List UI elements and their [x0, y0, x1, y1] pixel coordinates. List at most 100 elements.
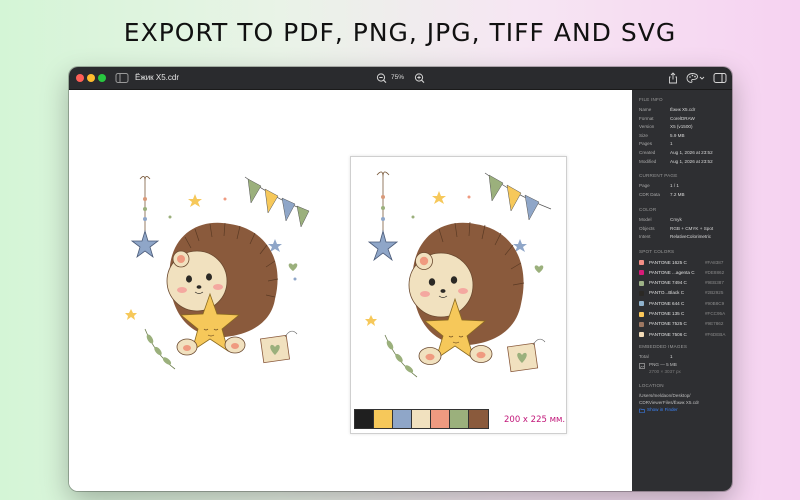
app-window: Ёжик X5.cdr 75% 200 x 225 мм. FILE INFO … [69, 67, 732, 491]
spot-color-name: PANTONE ...agenta C [649, 269, 695, 275]
file-info-key: Modified [639, 158, 657, 164]
color-info-key: Objects [639, 225, 655, 231]
file-info-value: 5.9 MB [670, 132, 685, 138]
spot-color-item: PANTONE 135 C #FCC95A [639, 311, 729, 318]
spot-colors-heading: SPOT COLORS [639, 249, 675, 254]
spot-color-item: PANTONE 7494 C #9EB387 [639, 280, 729, 287]
spot-color-name: PANTONE 644 C [649, 300, 685, 306]
color-palette-strip [354, 409, 489, 429]
page-preview: 200 x 225 мм. [350, 156, 567, 434]
file-info-row: Pages 1 [639, 142, 729, 148]
file-info-key: Format [639, 115, 654, 121]
embedded-images-heading: EMBEDDED IMAGES [639, 344, 688, 349]
color-info-row: Model Cmyk [639, 217, 729, 224]
location-heading: LOCATION [639, 383, 664, 388]
spot-color-hex: #2B2925 [705, 290, 724, 296]
folder-icon [639, 408, 645, 413]
spot-color-item: PANTONE ...agenta C #DE8862 [639, 270, 729, 276]
hedgehog-artwork [125, 176, 310, 370]
file-info-row: Modified Aug 1, 2026 at 23:52 [639, 158, 729, 166]
file-info-key: Created [639, 150, 656, 155]
embedded-total-label: Total [639, 354, 649, 359]
palette-swatch [450, 410, 469, 428]
current-page-key: CDR Data [639, 191, 660, 197]
embedded-image-name: PNG — 5 MB [649, 362, 677, 367]
file-info-row: Name Ёжик X5.cdr [639, 107, 729, 114]
spot-color-name: PANTO...Black C [649, 290, 685, 296]
spot-color-hex: #FCC95A [705, 311, 726, 316]
zoom-level: 75% [391, 74, 405, 81]
sidebar-toggle-icon[interactable] [115, 72, 129, 84]
zoom-in-icon[interactable] [413, 72, 427, 84]
hedgehog-artwork-page [365, 171, 552, 378]
file-info-value: CorelDRAW [670, 115, 695, 121]
file-info-value: Aug 1, 2026 at 23:52 [670, 150, 713, 155]
spot-color-swatch [639, 311, 644, 317]
location-path-line-2: CDRViewerFiles/Ёжик X5.cdr [639, 400, 700, 405]
file-info-key: Name [639, 107, 652, 112]
close-window-button[interactable] [76, 74, 84, 82]
color-info-value: RelativeColorimetric [670, 234, 712, 240]
spot-color-hex: #90B8C9 [705, 300, 725, 306]
embedded-total-row: Total 1 [639, 354, 729, 361]
file-info-heading: FILE INFO [639, 97, 663, 102]
current-page-key: Page [639, 183, 650, 188]
document-canvas: 200 x 225 мм. [69, 90, 632, 491]
inspector-toggle-icon[interactable] [713, 72, 727, 84]
spot-color-name: PANTONE 7494 C [649, 280, 687, 286]
spot-color-hex: #F6DEBA [705, 331, 726, 337]
embedded-image-dimensions: 2700 × 3037 px [649, 369, 681, 374]
spot-color-item: PANTONE 644 C #90B8C9 [639, 301, 729, 307]
color-info-key: Intent [639, 234, 651, 240]
color-info-row: Objects RGB + CMYK + Spot [639, 225, 729, 233]
minimize-window-button[interactable] [87, 74, 95, 82]
spot-color-swatch [639, 321, 644, 327]
spot-color-item: PANTONE 1625 C #FA8387 [639, 260, 729, 266]
file-info-row: Size 5.9 MB [639, 132, 729, 140]
title-bar: Ёжик X5.cdr 75% [69, 67, 732, 90]
spot-color-hex: #9E7862 [705, 321, 724, 327]
spot-color-swatch [639, 270, 644, 276]
color-info-row: Intent RelativeColorimetric [639, 235, 729, 241]
current-page-heading: CURRENT PAGE [639, 173, 678, 178]
location-path-line-1: /Users/meldaon/Desktop/ [639, 393, 691, 398]
color-palette-menu-icon[interactable] [686, 72, 706, 84]
palette-swatch [431, 410, 450, 428]
zoom-out-icon[interactable] [375, 72, 389, 84]
spot-color-hex: #DE8862 [705, 269, 725, 275]
current-page-row: Page 1 / 1 [639, 183, 729, 190]
file-info-value: 1 [670, 141, 673, 147]
file-info-value: X5 (v1500) [670, 124, 693, 130]
color-info-key: Model [639, 217, 652, 222]
spot-color-hex: #9EB387 [705, 280, 724, 286]
palette-swatch [355, 410, 374, 428]
file-info-row: Version X5 (v1500) [639, 125, 729, 131]
share-icon[interactable] [666, 72, 680, 84]
image-file-icon [639, 363, 645, 369]
file-info-key: Pages [639, 141, 653, 147]
file-info-key: Version [639, 124, 655, 130]
file-info-row: Created Aug 1, 2026 at 23:52 [639, 150, 729, 157]
spot-color-swatch [639, 280, 644, 286]
spot-color-name: PANTONE 1625 C [649, 259, 687, 265]
spot-color-swatch [639, 301, 644, 307]
show-in-finder-link[interactable]: Show in Finder [647, 407, 678, 413]
zoom-window-button[interactable] [98, 74, 106, 82]
headline: EXPORT TO PDF, PNG, JPG, TIFF AND SVG [123, 18, 677, 47]
spot-color-hex: #FA8387 [705, 259, 724, 265]
spot-color-name: PANTONE 135 C [649, 311, 685, 316]
page-size-label: 200 x 225 мм. [504, 415, 566, 425]
spot-color-item: PANTONE 7506 C #F6DEBA [639, 332, 729, 338]
palette-swatch [393, 410, 412, 428]
current-page-value: 7.2 MB [670, 191, 685, 197]
spot-color-name: PANTONE 7525 C [649, 321, 687, 327]
spot-color-item: PANTONE 7525 C #9E7862 [639, 322, 729, 328]
spot-color-swatch [639, 332, 644, 338]
file-info-key: Size [639, 132, 648, 138]
document-title: Ёжик X5.cdr [135, 73, 180, 82]
palette-swatch [374, 410, 393, 428]
spot-color-name: PANTONE 7506 C [649, 331, 687, 337]
color-heading: COLOR [639, 207, 657, 212]
inspector-panel: FILE INFO Name Ёжик X5.cdr Format CorelDRAW… [632, 90, 732, 491]
file-info-value: Ёжик X5.cdr [670, 107, 696, 112]
